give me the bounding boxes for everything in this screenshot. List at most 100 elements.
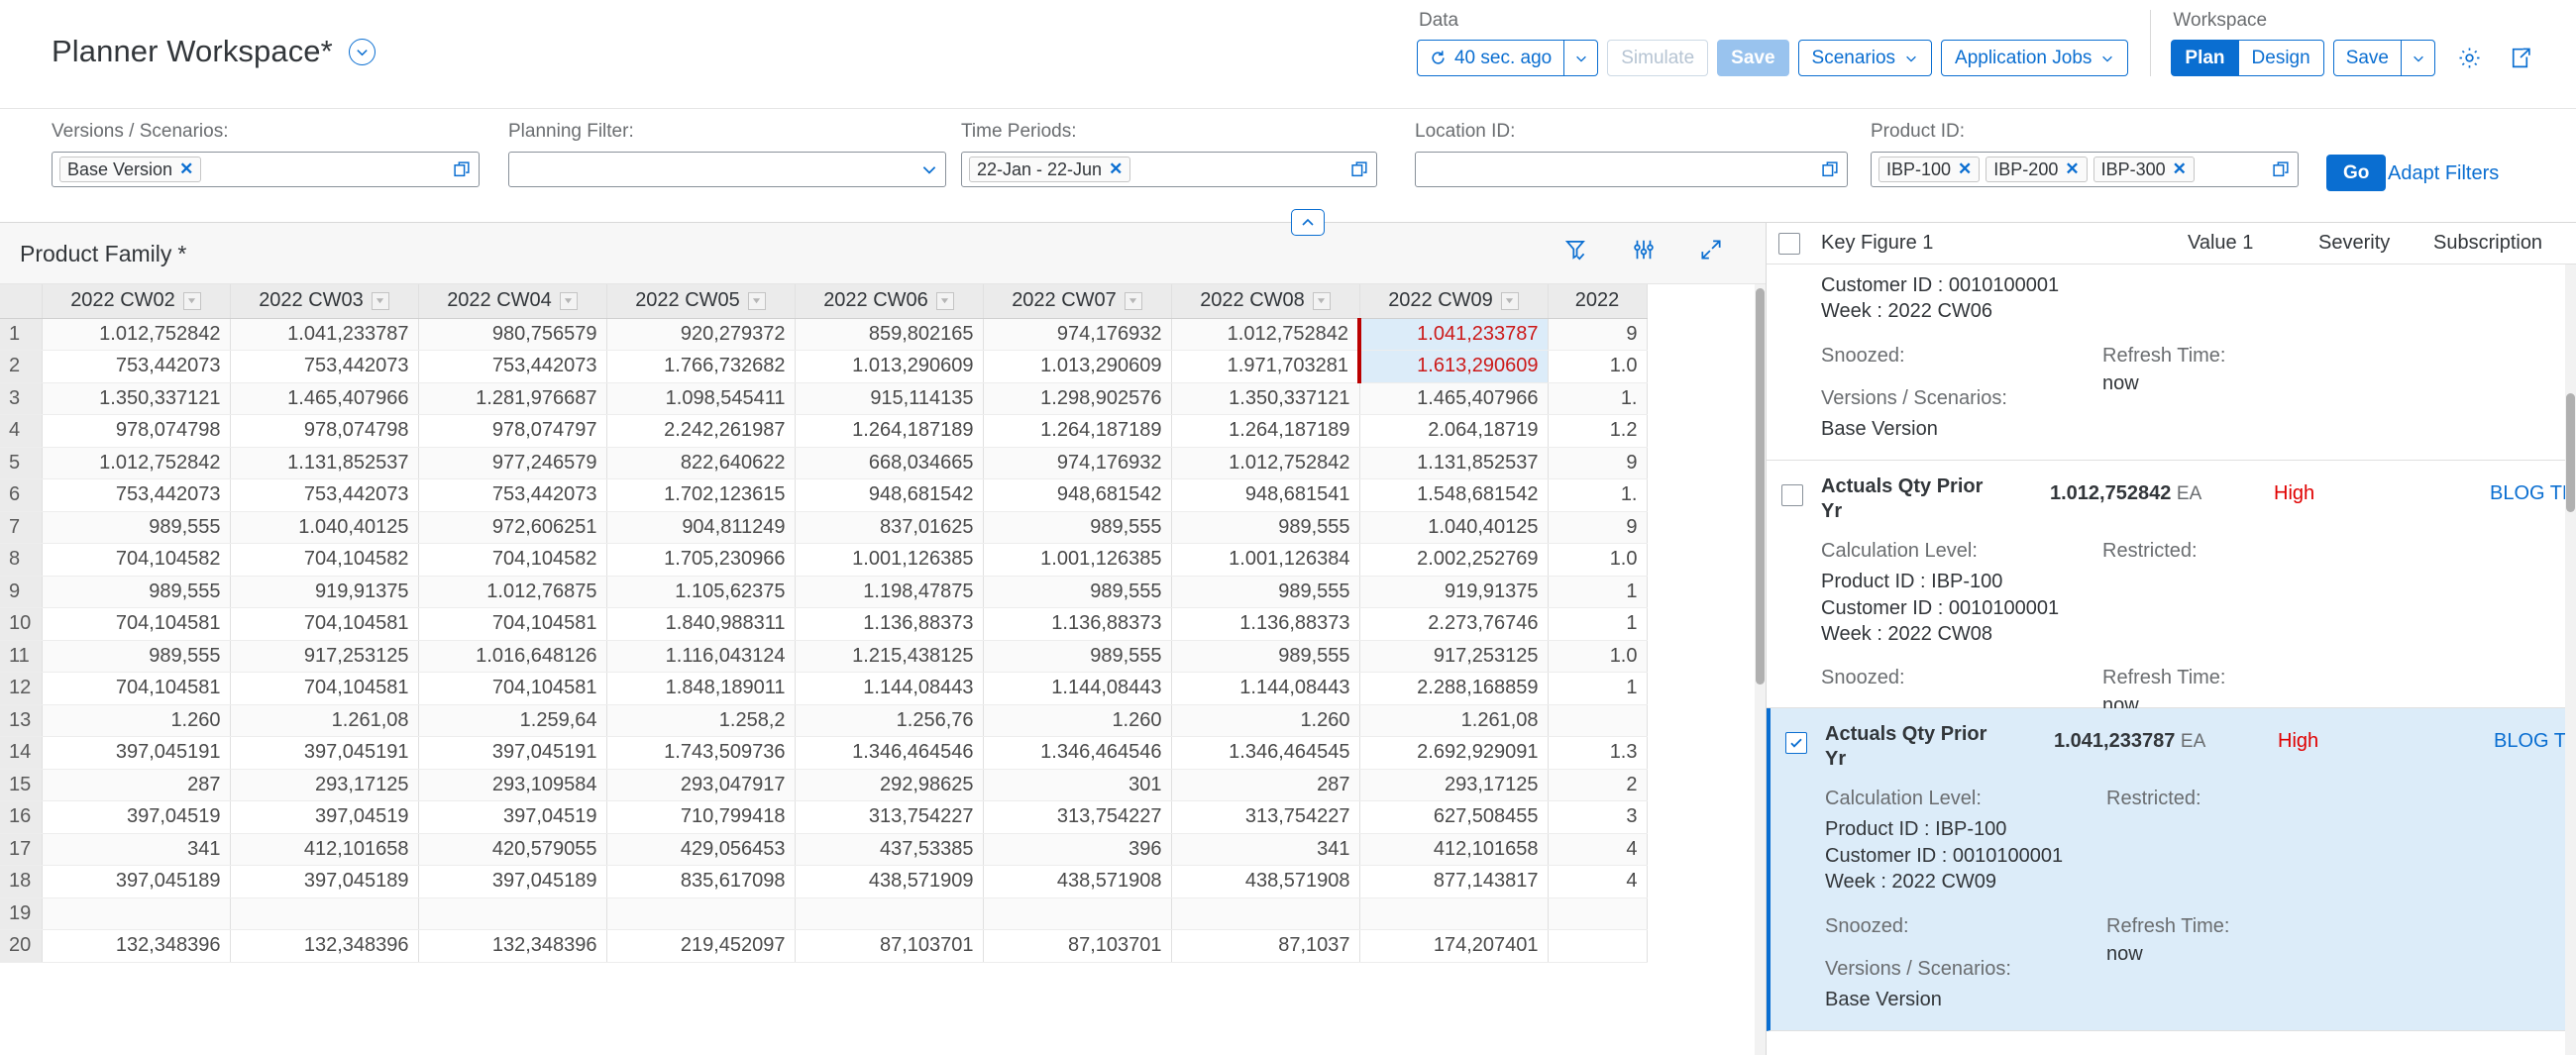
grid-cell[interactable]: 1.144,08443 bbox=[795, 673, 983, 705]
simulate-button[interactable]: Simulate bbox=[1607, 40, 1708, 76]
grid-cell[interactable]: 1.013,290609 bbox=[795, 351, 983, 383]
grid-cell[interactable]: 710,799418 bbox=[606, 801, 795, 834]
grid-cell[interactable]: 704,104581 bbox=[418, 673, 606, 705]
grid-cell[interactable]: 877,143817 bbox=[1359, 866, 1548, 898]
row-number-cell[interactable]: 5 bbox=[0, 447, 42, 479]
grid-cell[interactable]: 341 bbox=[1171, 833, 1359, 866]
row-number-cell[interactable]: 9 bbox=[0, 576, 42, 608]
grid-cell[interactable]: 1.012,752842 bbox=[1171, 447, 1359, 479]
grid-cell[interactable]: 1.001,126385 bbox=[983, 544, 1171, 577]
grid-cell[interactable]: 668,034665 bbox=[795, 447, 983, 479]
row-number-cell[interactable]: 13 bbox=[0, 704, 42, 737]
grid-cell[interactable]: 1. bbox=[1548, 382, 1647, 415]
row-number-cell[interactable]: 18 bbox=[0, 866, 42, 898]
row-number-cell[interactable]: 17 bbox=[0, 833, 42, 866]
alert-checkbox[interactable] bbox=[1781, 484, 1803, 506]
table-row[interactable]: 17341412,101658420,579055429,056453437,5… bbox=[0, 833, 1647, 866]
grid-cell[interactable]: 1.260 bbox=[1171, 704, 1359, 737]
grid-cell[interactable]: 1.041,233787 bbox=[1359, 318, 1548, 351]
grid-cell[interactable]: 1.346,464546 bbox=[983, 737, 1171, 770]
grid-cell[interactable]: 948,681542 bbox=[983, 479, 1171, 512]
grid-cell[interactable]: 1.116,043124 bbox=[606, 640, 795, 673]
alert-checkbox[interactable] bbox=[1785, 732, 1807, 754]
grid-cell[interactable]: 1.012,752842 bbox=[42, 318, 230, 351]
grid-cell[interactable]: 293,109584 bbox=[418, 769, 606, 801]
grid-cell[interactable]: 2.064,18719 bbox=[1359, 415, 1548, 448]
table-row[interactable]: 19 bbox=[0, 897, 1647, 930]
grid-cell[interactable]: 917,253125 bbox=[230, 640, 418, 673]
grid-cell[interactable]: 1.346,464545 bbox=[1171, 737, 1359, 770]
token-base-version[interactable]: Base Version ✕ bbox=[59, 157, 201, 182]
grid-cell[interactable]: 1.198,47875 bbox=[795, 576, 983, 608]
grid-cell[interactable]: 2.002,252769 bbox=[1359, 544, 1548, 577]
grid-cell[interactable]: 1.346,464546 bbox=[795, 737, 983, 770]
grid-cell[interactable]: 919,91375 bbox=[230, 576, 418, 608]
grid-cell[interactable]: 341 bbox=[42, 833, 230, 866]
grid-cell[interactable]: 412,101658 bbox=[230, 833, 418, 866]
row-number-cell[interactable]: 20 bbox=[0, 930, 42, 963]
table-row[interactable]: 20132,348396132,348396132,348396219,4520… bbox=[0, 930, 1647, 963]
table-row[interactable]: 12704,104581704,104581704,1045811.848,18… bbox=[0, 673, 1647, 705]
grid-cell[interactable] bbox=[418, 897, 606, 930]
scrollbar-thumb[interactable] bbox=[1756, 288, 1765, 685]
grid-cell[interactable]: 397,04519 bbox=[418, 801, 606, 834]
grid-cell[interactable]: 1.705,230966 bbox=[606, 544, 795, 577]
grid-cell[interactable]: 313,754227 bbox=[983, 801, 1171, 834]
grid-cell[interactable]: 1.350,337121 bbox=[42, 382, 230, 415]
table-row[interactable]: 16397,04519397,04519397,04519710,7994183… bbox=[0, 801, 1647, 834]
grid-cell[interactable]: 837,01625 bbox=[795, 511, 983, 544]
save-workspace-dropdown-arrow[interactable] bbox=[2402, 41, 2434, 75]
column-filter-icon[interactable] bbox=[560, 292, 578, 310]
grid-cell[interactable]: 132,348396 bbox=[42, 930, 230, 963]
grid-cell[interactable]: 704,104581 bbox=[230, 673, 418, 705]
save-workspace-button[interactable]: Save bbox=[2333, 40, 2435, 76]
grid-cell[interactable]: 989,555 bbox=[1171, 576, 1359, 608]
grid-cell[interactable] bbox=[42, 897, 230, 930]
row-number-cell[interactable]: 15 bbox=[0, 769, 42, 801]
grid-cell[interactable]: 1.264,187189 bbox=[1171, 415, 1359, 448]
grid-cell[interactable]: 948,681541 bbox=[1171, 479, 1359, 512]
table-row[interactable]: 18397,045189397,045189397,045189835,6170… bbox=[0, 866, 1647, 898]
grid-cell[interactable]: 397,04519 bbox=[230, 801, 418, 834]
grid-cell[interactable]: 1.3 bbox=[1548, 737, 1647, 770]
grid-cell[interactable]: 753,442073 bbox=[230, 479, 418, 512]
close-icon[interactable]: ✕ bbox=[2173, 159, 2187, 179]
settings-gear-icon[interactable] bbox=[2452, 42, 2486, 75]
grid-cell[interactable]: 1.136,88373 bbox=[795, 608, 983, 641]
grid-cell[interactable]: 2 bbox=[1548, 769, 1647, 801]
refresh-button[interactable]: 40 sec. ago bbox=[1417, 40, 1598, 76]
table-row[interactable]: 9989,555919,913751.012,768751.105,623751… bbox=[0, 576, 1647, 608]
grid-cell[interactable]: 920,279372 bbox=[606, 318, 795, 351]
row-number-cell[interactable]: 14 bbox=[0, 737, 42, 770]
value-help-icon[interactable] bbox=[1821, 160, 1840, 179]
location-id-input[interactable] bbox=[1415, 152, 1848, 187]
grid-cell[interactable]: 704,104581 bbox=[42, 673, 230, 705]
grid-cell[interactable]: 438,571908 bbox=[983, 866, 1171, 898]
grid-cell[interactable]: 293,17125 bbox=[1359, 769, 1548, 801]
share-export-icon[interactable] bbox=[2503, 42, 2536, 75]
grid-cell[interactable]: 974,176932 bbox=[983, 447, 1171, 479]
grid-cell[interactable]: 704,104581 bbox=[418, 608, 606, 641]
table-row[interactable]: 131.2601.261,081.259,641.258,21.256,761.… bbox=[0, 704, 1647, 737]
alert-card[interactable]: Customer ID : 0010100001Week : 2022 CW06… bbox=[1767, 264, 2576, 461]
grid-cell[interactable]: 1.012,752842 bbox=[1171, 318, 1359, 351]
plan-tab[interactable]: Plan bbox=[2171, 40, 2237, 76]
refresh-dropdown-arrow[interactable] bbox=[1564, 41, 1597, 75]
grid-cell[interactable]: 1.136,88373 bbox=[1171, 608, 1359, 641]
grid-cell[interactable]: 627,508455 bbox=[1359, 801, 1548, 834]
grid-cell[interactable]: 972,606251 bbox=[418, 511, 606, 544]
grid-cell[interactable]: 396 bbox=[983, 833, 1171, 866]
fullscreen-icon[interactable] bbox=[1698, 237, 1724, 263]
grid-cell[interactable]: 4 bbox=[1548, 833, 1647, 866]
grid-cell[interactable]: 412,101658 bbox=[1359, 833, 1548, 866]
row-number-cell[interactable]: 11 bbox=[0, 640, 42, 673]
table-row[interactable]: 11989,555917,2531251.016,6481261.116,043… bbox=[0, 640, 1647, 673]
grid-column-header[interactable]: 2022 CW08 bbox=[1171, 284, 1359, 318]
table-row[interactable]: 6753,442073753,442073753,4420731.702,123… bbox=[0, 479, 1647, 512]
table-row[interactable]: 11.012,7528421.041,233787980,756579920,2… bbox=[0, 318, 1647, 351]
grid-cell[interactable]: 293,047917 bbox=[606, 769, 795, 801]
grid-column-header[interactable]: 2022 CW02 bbox=[42, 284, 230, 318]
grid-cell[interactable]: 1.261,08 bbox=[1359, 704, 1548, 737]
grid-cell[interactable]: 1.350,337121 bbox=[1171, 382, 1359, 415]
grid-cell[interactable]: 9 bbox=[1548, 447, 1647, 479]
